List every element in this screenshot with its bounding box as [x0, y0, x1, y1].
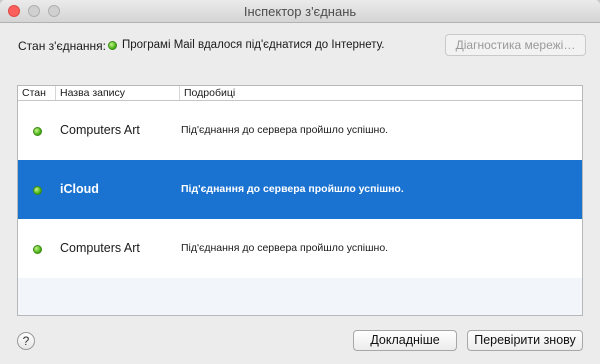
account-name: Computers Art [60, 123, 140, 137]
table-row-selected[interactable]: iCloud Під'єднання до сервера пройшло ус… [18, 160, 582, 219]
connection-status-text: Програмі Mail вдалося під'єднатися до Ін… [122, 39, 385, 51]
column-header-details[interactable]: Подробиці [180, 86, 582, 100]
table-row[interactable]: Computers Art Під'єднання до сервера про… [18, 219, 582, 278]
details-button[interactable]: Докладніше [353, 330, 457, 351]
account-detail: Під'єднання до сервера пройшло успішно. [181, 242, 389, 254]
help-button[interactable]: ? [17, 332, 35, 350]
account-detail: Під'єднання до сервера пройшло успішно. [181, 183, 404, 195]
table-row[interactable]: Computers Art Під'єднання до сервера про… [18, 101, 582, 160]
account-detail: Під'єднання до сервера пройшло успішно. [181, 124, 389, 136]
network-diagnostics-button[interactable]: Діагностика мережі… [445, 34, 586, 56]
green-status-icon [33, 127, 42, 136]
connection-status-label: Стан з'єднання: [18, 39, 106, 53]
column-header-account-name[interactable]: Назва запису [56, 86, 180, 100]
title-bar: Інспектор з'єднань [0, 0, 600, 23]
check-again-button[interactable]: Перевірити знову [467, 330, 583, 351]
green-status-icon [33, 186, 42, 195]
accounts-table: Стан Назва запису Подробиці Computers Ar… [17, 85, 583, 316]
connection-inspector-window: Інспектор з'єднань Стан з'єднання: Прогр… [0, 0, 600, 364]
connection-status-row: Стан з'єднання: Програмі Mail вдалося пі… [18, 34, 586, 56]
window-title: Інспектор з'єднань [243, 4, 357, 19]
account-name: iCloud [60, 182, 99, 196]
green-status-icon [108, 41, 117, 50]
green-status-icon [33, 245, 42, 254]
table-header: Стан Назва запису Подробиці [18, 86, 582, 101]
column-header-status[interactable]: Стан [18, 86, 56, 100]
account-name: Computers Art [60, 241, 140, 255]
